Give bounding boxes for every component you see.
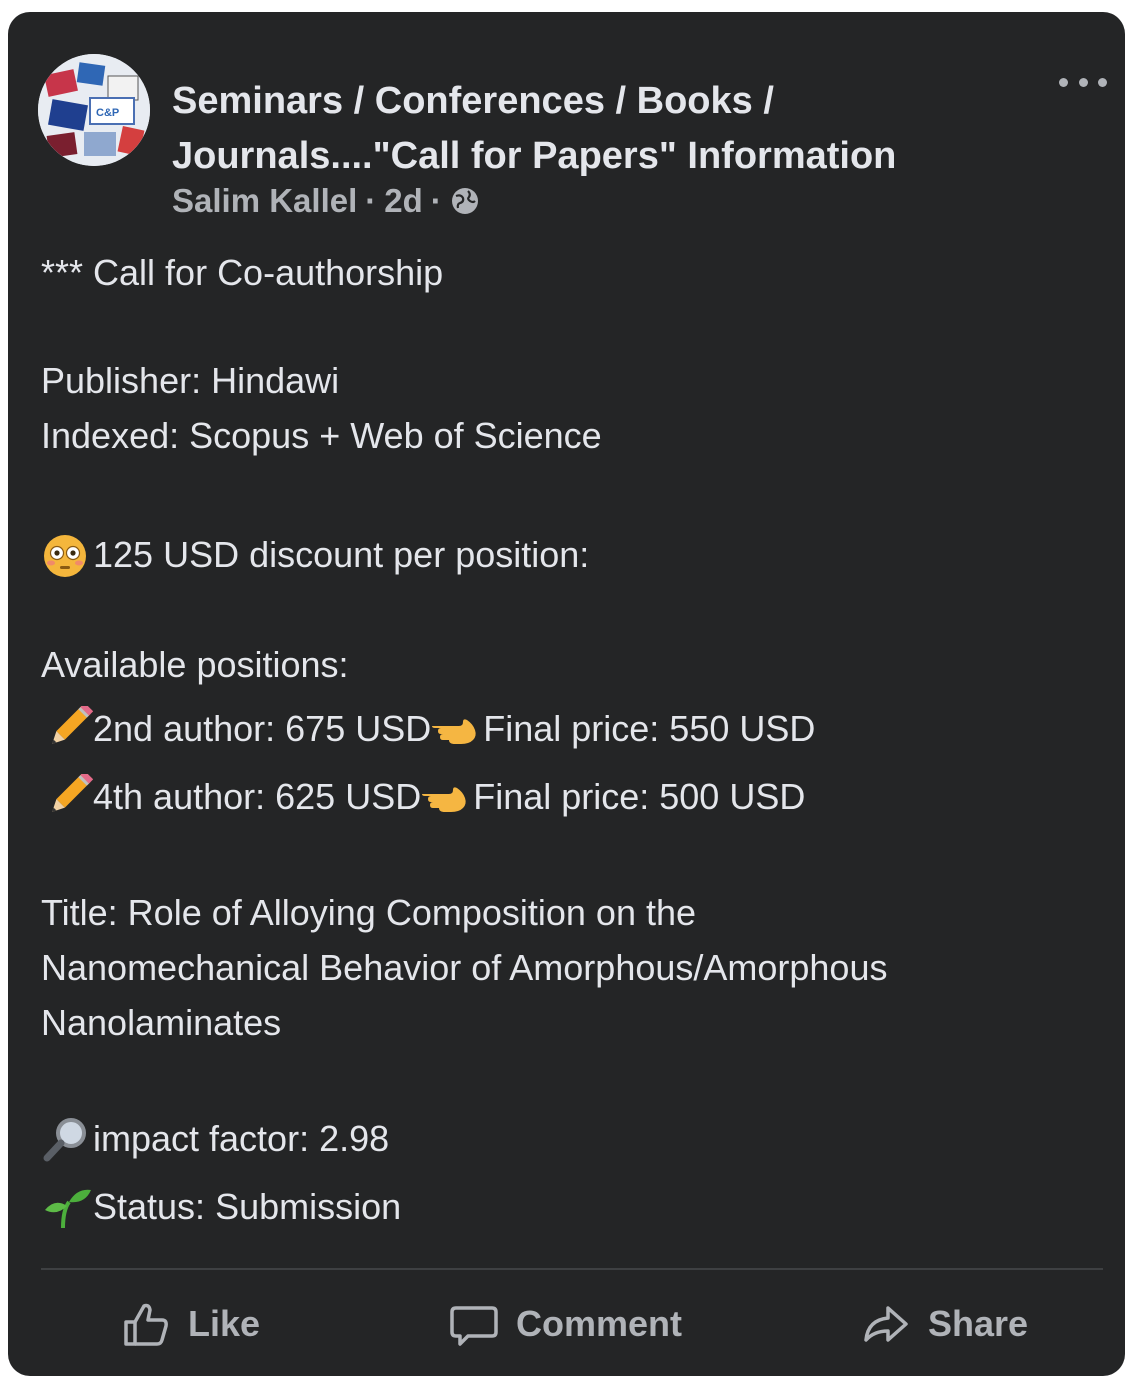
position-4th-price: 4th author: 625 USD bbox=[93, 776, 422, 817]
post-meta: Salim Kallel · 2d · bbox=[172, 182, 480, 220]
position-2nd-final: Final price: 550 USD bbox=[483, 708, 816, 749]
impact-factor-line: impact factor: 2.98 bbox=[41, 1116, 389, 1162]
like-label: Like bbox=[188, 1303, 261, 1344]
flushed-face-icon bbox=[41, 532, 93, 578]
comment-icon bbox=[450, 1306, 498, 1346]
pointing-left-hand-icon bbox=[421, 774, 473, 820]
comment-label: Comment bbox=[516, 1303, 683, 1344]
impact-factor-text: impact factor: 2.98 bbox=[93, 1118, 390, 1159]
status-text: Status: Submission bbox=[93, 1186, 402, 1227]
action-divider bbox=[41, 1268, 1103, 1270]
post-time[interactable]: 2d bbox=[384, 182, 423, 220]
seedling-icon bbox=[41, 1184, 93, 1230]
publisher-line: Publisher: Hindawi bbox=[41, 360, 340, 401]
meta-separator: · bbox=[365, 182, 377, 219]
globe-icon bbox=[450, 186, 480, 216]
meta-separator: · bbox=[430, 182, 442, 219]
comment-button[interactable]: Comment bbox=[448, 1294, 682, 1354]
position-2nd-price: 2nd author: 675 USD bbox=[93, 708, 432, 749]
discount-line: 125 USD discount per position: bbox=[41, 532, 589, 578]
title-line-2: Nanomechanical Behavior of Amorphous/Amo… bbox=[41, 947, 888, 988]
pencil-icon bbox=[41, 702, 94, 752]
group-name[interactable]: Seminars / Conferences / Books / Journal… bbox=[172, 74, 1032, 184]
status-line: Status: Submission bbox=[41, 1184, 401, 1230]
more-options-icon[interactable] bbox=[1059, 70, 1107, 94]
available-positions-line: Available positions: bbox=[41, 644, 349, 685]
position-4th-line: 4th author: 625 USD Final price: 500 USD bbox=[41, 770, 806, 820]
svg-text:C&P: C&P bbox=[96, 107, 119, 119]
position-4th-final: Final price: 500 USD bbox=[473, 776, 806, 817]
pointing-left-hand-icon bbox=[431, 706, 483, 752]
share-icon bbox=[864, 1306, 908, 1342]
title-line-3: Nanolaminates bbox=[41, 1002, 282, 1043]
post-headline: *** Call for Co-authorship bbox=[41, 252, 444, 293]
pencil-icon bbox=[41, 770, 94, 820]
post-card: C&P Seminars / Conferences / Books / Jou… bbox=[8, 12, 1125, 1376]
magnifying-glass-icon bbox=[41, 1116, 93, 1162]
discount-text: 125 USD discount per position: bbox=[93, 534, 590, 575]
position-2nd-line: 2nd author: 675 USD Final price: 550 USD bbox=[41, 702, 816, 752]
share-label: Share bbox=[928, 1303, 1029, 1344]
share-button[interactable]: Share bbox=[860, 1294, 1028, 1354]
group-avatar[interactable]: C&P bbox=[38, 54, 150, 166]
thumbs-up-icon bbox=[124, 1303, 168, 1346]
like-button[interactable]: Like bbox=[120, 1294, 260, 1354]
indexed-line: Indexed: Scopus + Web of Science bbox=[41, 415, 602, 456]
author-name[interactable]: Salim Kallel bbox=[172, 182, 357, 220]
title-line-1: Title: Role of Alloying Composition on t… bbox=[41, 892, 697, 933]
